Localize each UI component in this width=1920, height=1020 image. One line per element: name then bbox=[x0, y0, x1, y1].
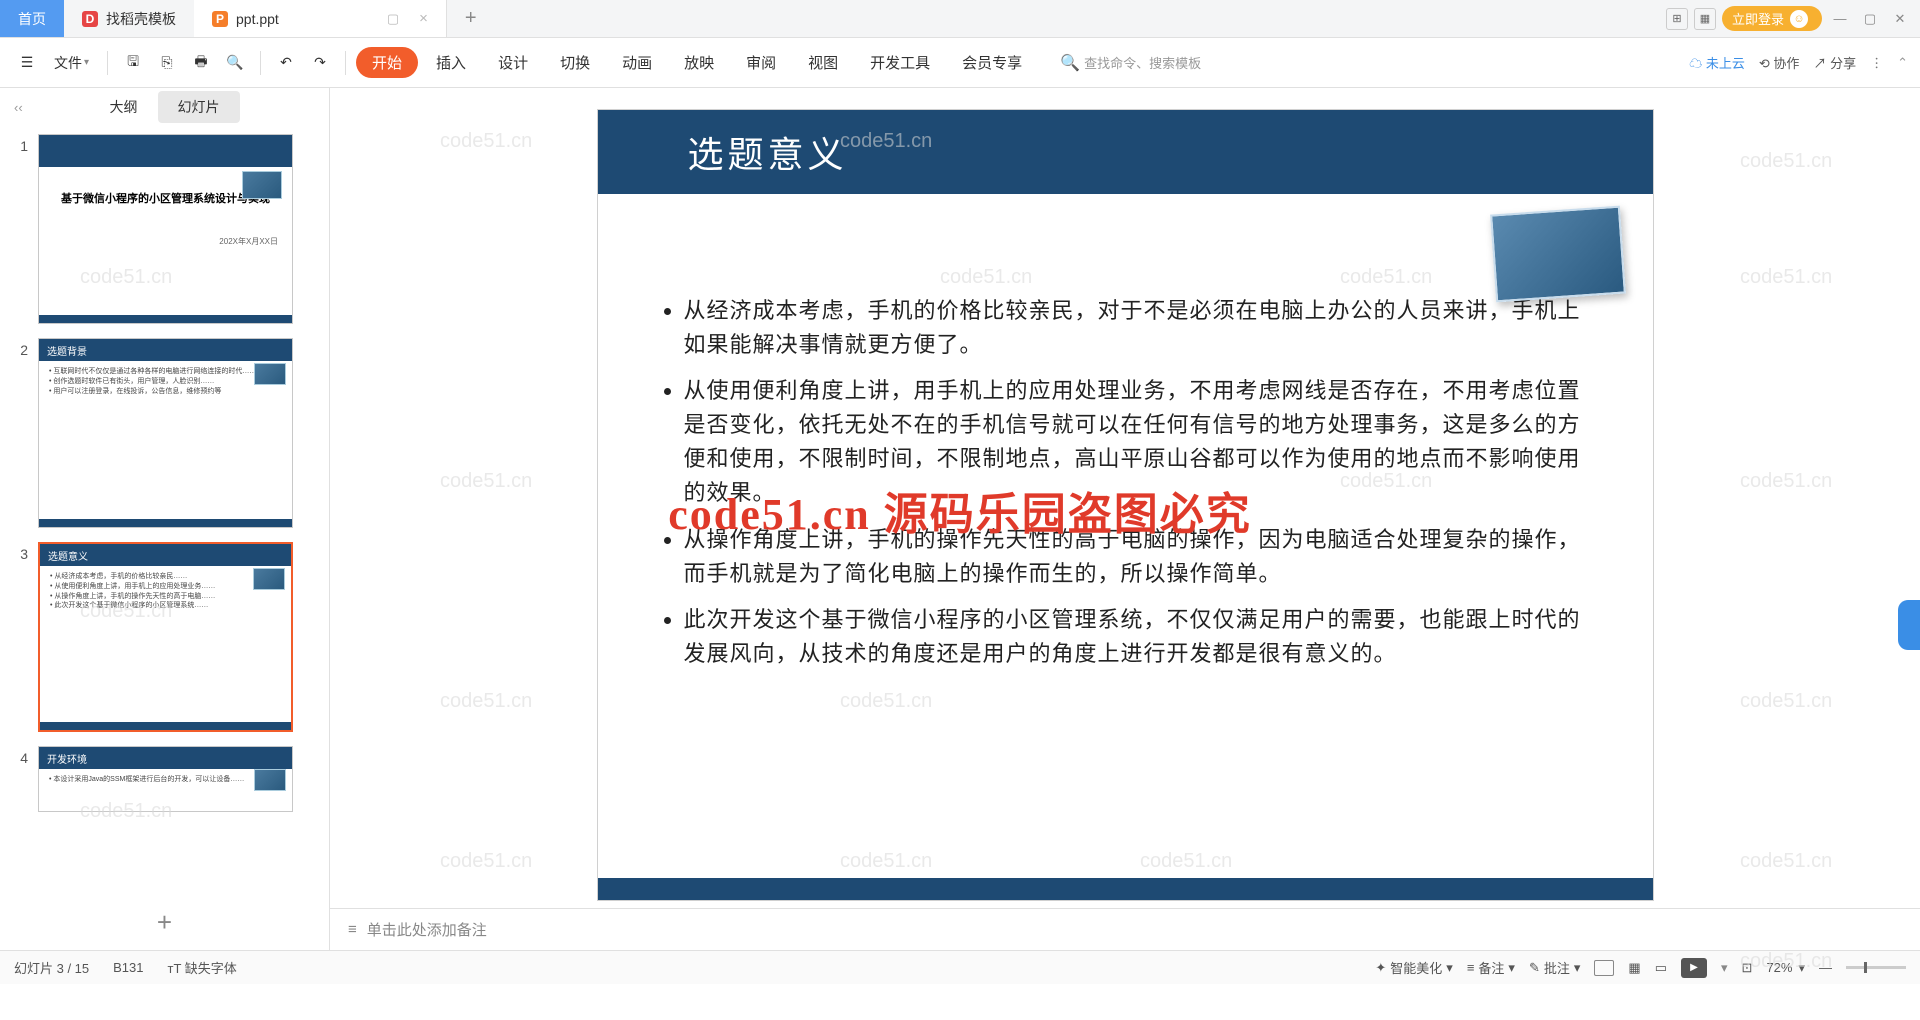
preview-icon[interactable]: 🔍 bbox=[220, 48, 250, 77]
slide-title: 选题意义 bbox=[688, 126, 848, 178]
menu-start[interactable]: 开始 bbox=[356, 47, 418, 78]
zoom-out[interactable]: — bbox=[1819, 960, 1832, 975]
view-sorter-icon[interactable]: ▦ bbox=[1628, 960, 1640, 976]
zoom-control[interactable]: 72% ▾ bbox=[1766, 960, 1805, 976]
menu-animation[interactable]: 动画 bbox=[608, 46, 666, 79]
beautify-button[interactable]: ✦ 智能美化 ▾ bbox=[1375, 958, 1452, 977]
thumbnail-item[interactable]: 2 选题背景 • 互联网时代不仅仅是通过各种各样的电脑进行网络连接的时代……• … bbox=[10, 338, 319, 528]
notes-toggle[interactable]: ≡ 备注 ▾ bbox=[1467, 958, 1515, 977]
thumbnail-list[interactable]: 1 基于微信小程序的小区管理系统设计与实现 202X年X月XX日 2 选题背景 … bbox=[0, 126, 329, 895]
play-icon[interactable]: ▶ bbox=[1681, 958, 1707, 978]
tab-minimize-icon[interactable]: ▢ bbox=[387, 11, 399, 27]
menu-review[interactable]: 审阅 bbox=[732, 46, 790, 79]
export-icon[interactable]: ⎘ bbox=[152, 48, 182, 77]
chevron-up-icon[interactable]: ⌃ bbox=[1897, 55, 1908, 71]
grid-icon[interactable]: ▦ bbox=[1694, 8, 1716, 30]
avatar-icon: ☺ bbox=[1790, 10, 1808, 28]
tab-template[interactable]: D 找稻壳模板 bbox=[64, 0, 194, 37]
menu-design[interactable]: 设计 bbox=[484, 46, 542, 79]
thumbnail-item[interactable]: 1 基于微信小程序的小区管理系统设计与实现 202X年X月XX日 bbox=[10, 134, 319, 324]
tab-new[interactable]: + bbox=[447, 0, 495, 37]
search-command[interactable]: 查找命令、搜索模板 bbox=[1084, 53, 1201, 72]
cloud-status[interactable]: ☁ 未上云 bbox=[1689, 53, 1745, 72]
fit-icon[interactable]: ⊡ bbox=[1742, 960, 1753, 976]
window-close[interactable]: ✕ bbox=[1888, 7, 1912, 31]
menu-view[interactable]: 视图 bbox=[794, 46, 852, 79]
tab-home[interactable]: 首页 bbox=[0, 0, 64, 37]
panel-tab-slides[interactable]: 幻灯片 bbox=[158, 91, 240, 123]
panel-tab-outline[interactable]: 大纲 bbox=[90, 91, 158, 123]
file-menu[interactable]: 文件 ▾ bbox=[46, 47, 97, 79]
status-b: B131 bbox=[113, 960, 143, 975]
title-tab-bar: 首页 D 找稻壳模板 P ppt.ppt ▢ × + ⊞ ▦ 立即登录 ☺ — … bbox=[0, 0, 1920, 38]
template-icon: D bbox=[82, 11, 98, 27]
add-slide-button[interactable]: + bbox=[0, 895, 329, 950]
ppt-icon: P bbox=[212, 11, 228, 27]
window-minimize[interactable]: — bbox=[1828, 7, 1852, 31]
login-button[interactable]: 立即登录 ☺ bbox=[1722, 6, 1822, 31]
thumbnail-item[interactable]: 3 选题意义 • 从经济成本考虑，手机的价格比较亲民……• 从使用便利角度上讲，… bbox=[10, 542, 319, 732]
redo-icon[interactable]: ↷ bbox=[305, 48, 335, 77]
tab-close-icon[interactable]: × bbox=[419, 10, 428, 27]
feedback-tab[interactable] bbox=[1898, 600, 1920, 650]
ribbon: ☰ 文件 ▾ 🖫 ⎘ 🖶 🔍 ↶ ↷ 开始 插入 设计 切换 动画 放映 审阅 … bbox=[0, 38, 1920, 88]
notes-icon: ≡ bbox=[348, 921, 357, 938]
menu-slideshow[interactable]: 放映 bbox=[670, 46, 728, 79]
print-icon[interactable]: 🖶 bbox=[186, 45, 216, 81]
status-bar: 幻灯片 3 / 15 B131 ᴛT 缺失字体 ✦ 智能美化 ▾ ≡ 备注 ▾ … bbox=[0, 950, 1920, 984]
layout-icon[interactable]: ⊞ bbox=[1666, 8, 1688, 30]
notes-pane[interactable]: ≡ 单击此处添加备注 bbox=[330, 908, 1920, 950]
comments-toggle[interactable]: ✎ 批注 ▾ bbox=[1529, 958, 1580, 977]
missing-font[interactable]: ᴛT 缺失字体 bbox=[168, 958, 237, 977]
collab-button[interactable]: ⟲ 协作 bbox=[1759, 53, 1800, 72]
menu-transition[interactable]: 切换 bbox=[546, 46, 604, 79]
thumbnail-item[interactable]: 4 开发环境 • 本设计采用Java的SSM框架进行后台的开发，可以让设备…… bbox=[10, 746, 319, 812]
menu-devtools[interactable]: 开发工具 bbox=[856, 46, 944, 79]
view-normal-icon[interactable] bbox=[1594, 960, 1614, 976]
menu-insert[interactable]: 插入 bbox=[422, 46, 480, 79]
slide-image bbox=[1490, 206, 1626, 303]
current-slide[interactable]: 选题意义 从经济成本考虑，手机的价格比较亲民，对于不是必须在电脑上办公的人员来讲… bbox=[598, 110, 1653, 900]
window-maximize[interactable]: ▢ bbox=[1858, 7, 1882, 31]
view-reading-icon[interactable]: ▭ bbox=[1655, 960, 1667, 976]
settings-icon[interactable]: ︙ bbox=[1870, 53, 1883, 72]
collapse-panel-icon[interactable]: ‹‹ bbox=[14, 100, 23, 115]
slide-position: 幻灯片 3 / 15 bbox=[14, 958, 89, 977]
slide-canvas: 选题意义 从经济成本考虑，手机的价格比较亲民，对于不是必须在电脑上办公的人员来讲… bbox=[330, 88, 1920, 950]
hamburger-icon[interactable]: ☰ bbox=[12, 48, 42, 77]
window-actions: ⊞ ▦ 立即登录 ☺ — ▢ ✕ bbox=[1666, 0, 1920, 37]
workspace: ‹‹ 大纲 幻灯片 1 基于微信小程序的小区管理系统设计与实现 202X年X月X… bbox=[0, 88, 1920, 950]
tab-document[interactable]: P ppt.ppt ▢ × bbox=[194, 0, 447, 37]
share-button[interactable]: ↗ 分享 bbox=[1813, 53, 1856, 72]
menu-vip[interactable]: 会员专享 bbox=[948, 46, 1036, 79]
undo-icon[interactable]: ↶ bbox=[271, 48, 301, 77]
slide-panel: ‹‹ 大纲 幻灯片 1 基于微信小程序的小区管理系统设计与实现 202X年X月X… bbox=[0, 88, 330, 950]
save-icon[interactable]: 🖫 bbox=[118, 45, 148, 81]
